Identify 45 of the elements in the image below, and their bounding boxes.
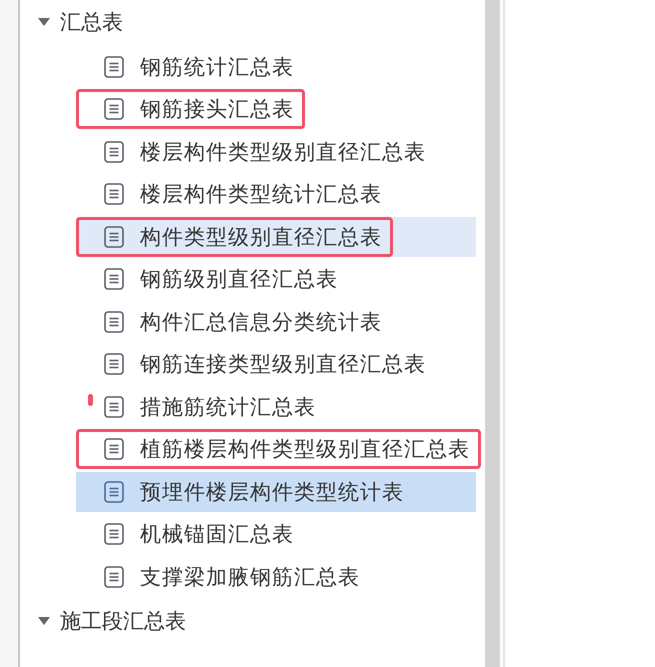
tree-item-label: 钢筋级别直径汇总表 [140,266,338,293]
document-icon [104,353,124,375]
document-icon [104,56,124,78]
tree-item-label: 楼层构件类型级别直径汇总表 [140,138,426,166]
document-icon [104,268,124,290]
tree-item[interactable]: 楼层构件类型统计汇总表 [76,174,476,214]
expand-arrow-icon[interactable] [38,617,50,625]
tree-item-label: 预埋件楼层构件类型统计表 [140,478,404,506]
tree-item-label: 构件类型级别直径汇总表 [140,224,382,250]
document-icon [104,523,124,545]
scrollbar[interactable] [485,0,500,667]
document-icon [104,566,124,588]
document-icon [104,140,124,162]
tree-item[interactable]: 预埋件楼层构件类型统计表 [76,472,476,512]
tree-item[interactable]: 钢筋接头汇总表 [76,89,476,129]
tree-item-label: 植筋楼层构件类型级别直径汇总表 [140,436,470,463]
tree-item-label: 钢筋接头汇总表 [140,96,294,123]
tree-item[interactable]: 机械锚固汇总表 [76,514,476,554]
tree-item-label: 支撑梁加腋钢筋汇总表 [140,564,360,590]
tree-item-label: 钢筋统计汇总表 [140,54,294,80]
document-icon [104,98,124,120]
expand-arrow-icon[interactable] [38,18,50,26]
tree-group-label[interactable]: 施工段汇总表 [60,607,186,635]
tree-group-label[interactable]: 汇总表 [60,8,123,36]
document-icon [104,480,124,502]
tree-item[interactable]: 钢筋统计汇总表 [76,46,476,86]
tree-item[interactable]: 植筋楼层构件类型级别直径汇总表 [76,429,476,469]
tree-item-label: 措施筋统计汇总表 [140,394,316,420]
tree-item-label: 构件汇总信息分类统计表 [140,308,382,336]
tree-item[interactable]: 支撑梁加腋钢筋汇总表 [76,556,476,596]
tree-item[interactable]: 楼层构件类型级别直径汇总表 [76,132,476,172]
tree-item[interactable]: 措施筋统计汇总表 [76,386,476,426]
tree-item[interactable]: 钢筋连接类型级别直径汇总表 [76,344,476,384]
tree-item[interactable]: 构件汇总信息分类统计表 [76,302,476,342]
tree-item-label: 钢筋连接类型级别直径汇总表 [140,351,426,378]
document-icon [104,226,124,248]
tree-item-label: 机械锚固汇总表 [140,521,294,548]
tree-item[interactable]: 钢筋级别直径汇总表 [76,259,476,299]
document-icon [104,183,124,205]
annotation-mark [88,394,93,406]
tree-item[interactable]: 构件类型级别直径汇总表 [76,216,476,256]
tree-item-label: 楼层构件类型统计汇总表 [140,181,382,208]
document-icon [104,396,124,418]
document-icon [104,438,124,460]
document-icon [104,310,124,332]
